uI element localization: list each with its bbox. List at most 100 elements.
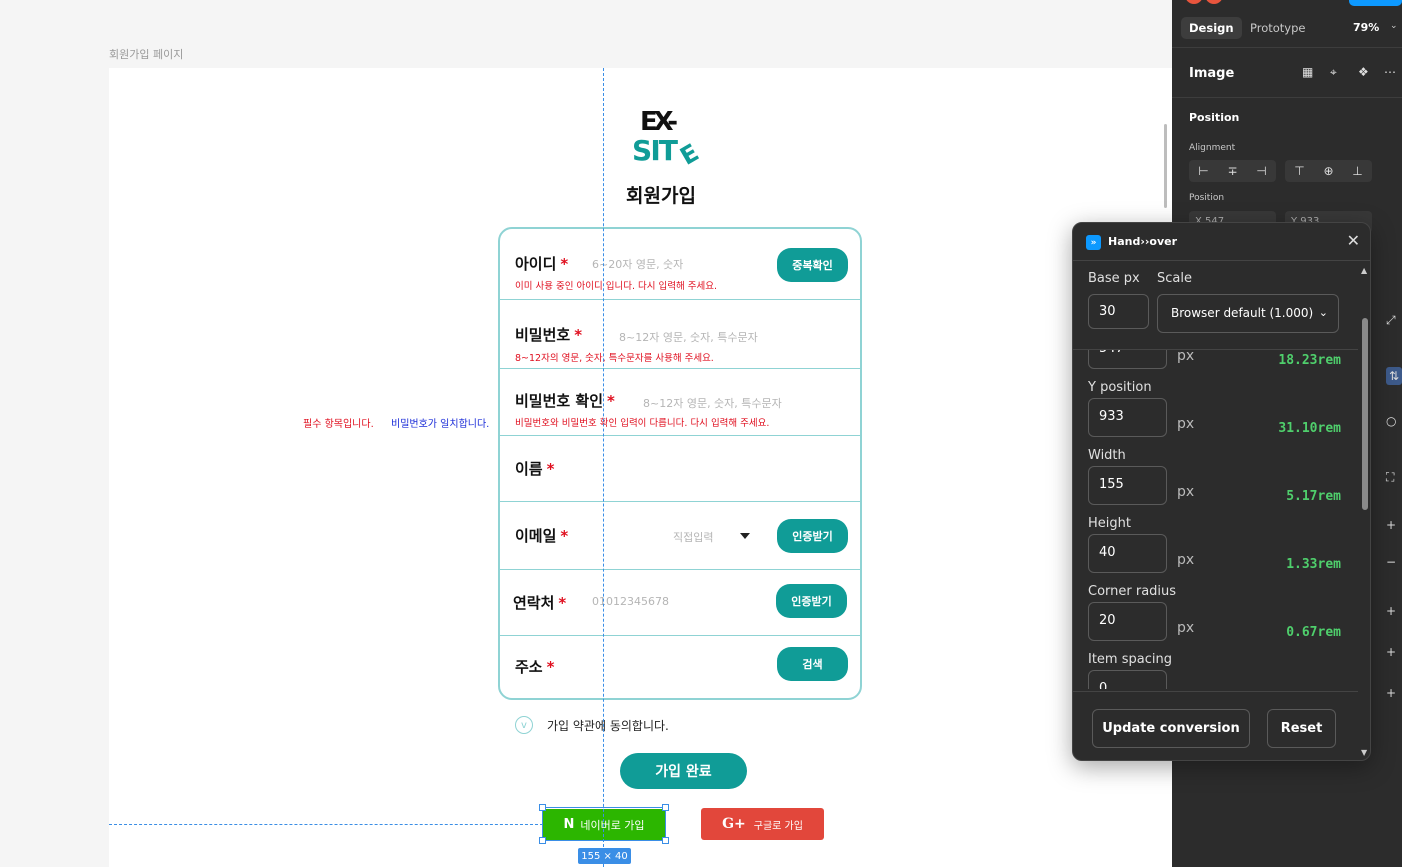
alignment-label: Alignment: [1189, 143, 1236, 153]
item-spacing-label: Item spacing: [1088, 652, 1172, 667]
zoom-level[interactable]: 79%: [1353, 21, 1379, 34]
password-input[interactable]: 8~12자 영문, 숫자, 특수문자: [619, 329, 758, 345]
unit-label: px: [1177, 620, 1195, 636]
frame-label[interactable]: 회원가입 페이지: [109, 46, 183, 62]
address-label: 주소: [515, 658, 543, 676]
reset-button[interactable]: Reset: [1267, 709, 1336, 748]
email-verify-button[interactable]: 인증받기: [777, 519, 848, 553]
minus-icon[interactable]: −: [1386, 555, 1396, 569]
avatar[interactable]: [1205, 0, 1223, 4]
required-mark: *: [546, 460, 555, 478]
align-top-icon[interactable]: ⊤: [1285, 160, 1314, 182]
chevron-down-icon[interactable]: ⌄: [1319, 306, 1328, 319]
width-input[interactable]: 155: [1088, 466, 1167, 505]
x-rem-value: 18.23rem: [1278, 353, 1341, 368]
component-icon[interactable]: ❖: [1358, 65, 1369, 79]
plus-icon[interactable]: +: [1386, 604, 1396, 618]
align-right-icon[interactable]: ⊣: [1247, 160, 1276, 182]
conversion-list[interactable]: 547 px 18.23rem Y position 933 px 31.10r…: [1073, 349, 1358, 689]
email-domain-select[interactable]: 직접입력: [673, 529, 713, 545]
svg-text:SIT: SIT: [632, 134, 678, 167]
width-label: Width: [1088, 448, 1126, 463]
drop-icon[interactable]: ○: [1386, 414, 1396, 428]
align-bottom-icon[interactable]: ⊥: [1343, 160, 1372, 182]
chevron-down-icon[interactable]: [740, 533, 750, 539]
handover-logo-icon: »: [1086, 235, 1101, 250]
plus-icon[interactable]: +: [1386, 518, 1396, 532]
phone-verify-button[interactable]: 인증받기: [776, 584, 847, 618]
grid-icon[interactable]: ▦: [1302, 65, 1313, 79]
crop-icon[interactable]: ⌖: [1330, 65, 1337, 80]
tab-prototype[interactable]: Prototype: [1242, 17, 1313, 39]
height-input[interactable]: 40: [1088, 534, 1167, 573]
width-rem-value: 5.17rem: [1286, 489, 1341, 504]
resize-handle-tr[interactable]: [662, 804, 669, 811]
page-title: 회원가입: [626, 185, 696, 207]
corner-radius-input[interactable]: 20: [1088, 602, 1167, 641]
scroll-down-icon[interactable]: ▼: [1361, 748, 1367, 757]
resize-icon[interactable]: ⤢: [1386, 313, 1396, 328]
canvas-scrollbar[interactable]: [1164, 124, 1167, 208]
terms-agree[interactable]: v 가입 약관에 동의합니다.: [515, 716, 669, 734]
plugin-header: » Hand››over ✕: [1073, 223, 1370, 261]
scale-label: Scale: [1157, 271, 1192, 286]
item-spacing-input[interactable]: 0: [1088, 670, 1167, 689]
check-duplicate-button[interactable]: 중복확인: [777, 248, 848, 282]
scrollbar-thumb[interactable]: [1362, 318, 1368, 510]
align-center-v-icon[interactable]: ⊕: [1314, 160, 1343, 182]
terms-agree-label: 가입 약관에 동의합니다.: [547, 718, 669, 733]
check-icon[interactable]: v: [515, 716, 533, 734]
selection-box[interactable]: [542, 807, 666, 841]
plus-icon[interactable]: +: [1386, 686, 1396, 700]
email-label: 이메일: [515, 527, 557, 545]
password-label: 비밀번호: [515, 326, 571, 344]
scroll-up-icon[interactable]: ▲: [1361, 266, 1367, 275]
plus-icon[interactable]: +: [1386, 645, 1396, 659]
name-label: 이름: [515, 460, 543, 478]
unit-label: px: [1177, 552, 1195, 568]
required-mark: *: [607, 392, 615, 410]
signup-frame[interactable]: EX- SIT E 회원가입 필수 항목입니다. 비밀번호가 일치합니다. 아이…: [109, 68, 1172, 867]
chevron-down-icon[interactable]: ⌄: [1390, 21, 1398, 31]
resize-handle-tl[interactable]: [539, 804, 546, 811]
update-conversion-button[interactable]: Update conversion: [1092, 709, 1250, 748]
scale-select[interactable]: Browser default (1.000) ⌄: [1157, 294, 1339, 333]
email-row: 이메일 * 직접입력 인증받기: [500, 502, 860, 570]
base-px-input[interactable]: 30: [1088, 294, 1149, 329]
password-confirm-label: 비밀번호 확인: [515, 392, 604, 410]
layer-type: Image: [1189, 66, 1235, 81]
id-input[interactable]: 6~20자 영문, 숫자: [592, 256, 683, 272]
required-mark: *: [558, 594, 567, 612]
align-center-h-icon[interactable]: ∓: [1218, 160, 1247, 182]
address-row: 주소 * 검색: [500, 636, 860, 698]
divider: [1172, 47, 1402, 48]
fullscreen-icon[interactable]: ⛶: [1386, 470, 1394, 485]
phone-row: 연락처 * 01012345678 인증받기: [500, 570, 860, 636]
position-label: Position: [1189, 193, 1225, 203]
share-button[interactable]: [1349, 0, 1402, 6]
avatar[interactable]: [1185, 0, 1203, 4]
password-error: 8~12자의 영문, 숫자, 특수문자를 사용해 주세요.: [515, 353, 714, 364]
password-confirm-input[interactable]: 8~12자 영문, 숫자, 특수문자: [643, 395, 782, 411]
close-icon[interactable]: ✕: [1347, 231, 1360, 250]
unit-label: px: [1177, 349, 1195, 364]
constrain-proportions-icon[interactable]: ⇅: [1386, 367, 1402, 385]
collaborator-avatars[interactable]: [1185, 0, 1225, 8]
address-search-button[interactable]: 검색: [777, 647, 848, 681]
align-left-icon[interactable]: ⊢: [1189, 160, 1218, 182]
signup-form: 아이디 * 6~20자 영문, 숫자 이미 사용 중인 아이디 입니다. 다시 입…: [498, 227, 862, 700]
plugin-title: Hand››over: [1108, 235, 1178, 248]
signup-submit-button[interactable]: 가입 완료: [620, 753, 747, 789]
required-mark: *: [546, 658, 555, 676]
horizontal-guide: [109, 824, 543, 825]
tab-design[interactable]: Design: [1181, 17, 1242, 39]
y-position-input[interactable]: 933: [1088, 398, 1167, 437]
x-position-input[interactable]: 547: [1088, 350, 1167, 369]
required-message: 필수 항목입니다.: [303, 419, 374, 430]
google-signup-button[interactable]: G+ 구글로 가입: [701, 808, 824, 840]
phone-label: 연락처: [513, 594, 555, 612]
google-plus-icon: G+: [722, 816, 746, 832]
resize-handle-br[interactable]: [662, 837, 669, 844]
resize-handle-bl[interactable]: [539, 837, 546, 844]
more-icon[interactable]: ⋯: [1384, 65, 1396, 79]
